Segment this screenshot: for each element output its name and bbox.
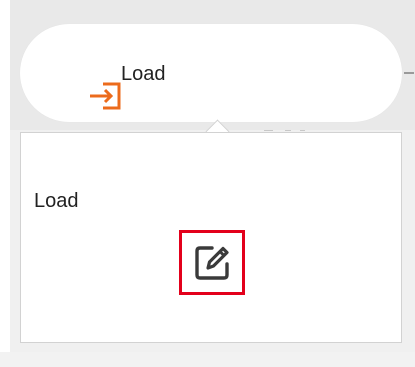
edit-pencil-icon [192, 243, 232, 283]
connection-line [285, 130, 291, 131]
canvas-bottom-edge [0, 352, 415, 367]
load-node[interactable] [20, 24, 402, 122]
edit-button[interactable] [179, 230, 245, 295]
connection-line [300, 130, 305, 131]
load-arrow-icon [88, 81, 122, 111]
connection-line [264, 130, 273, 131]
load-node-label: Load [121, 63, 166, 85]
popover-title: Load [34, 190, 79, 212]
canvas-left-edge [0, 0, 10, 367]
node-popover: Load [20, 132, 402, 343]
node-connector[interactable] [404, 72, 414, 74]
